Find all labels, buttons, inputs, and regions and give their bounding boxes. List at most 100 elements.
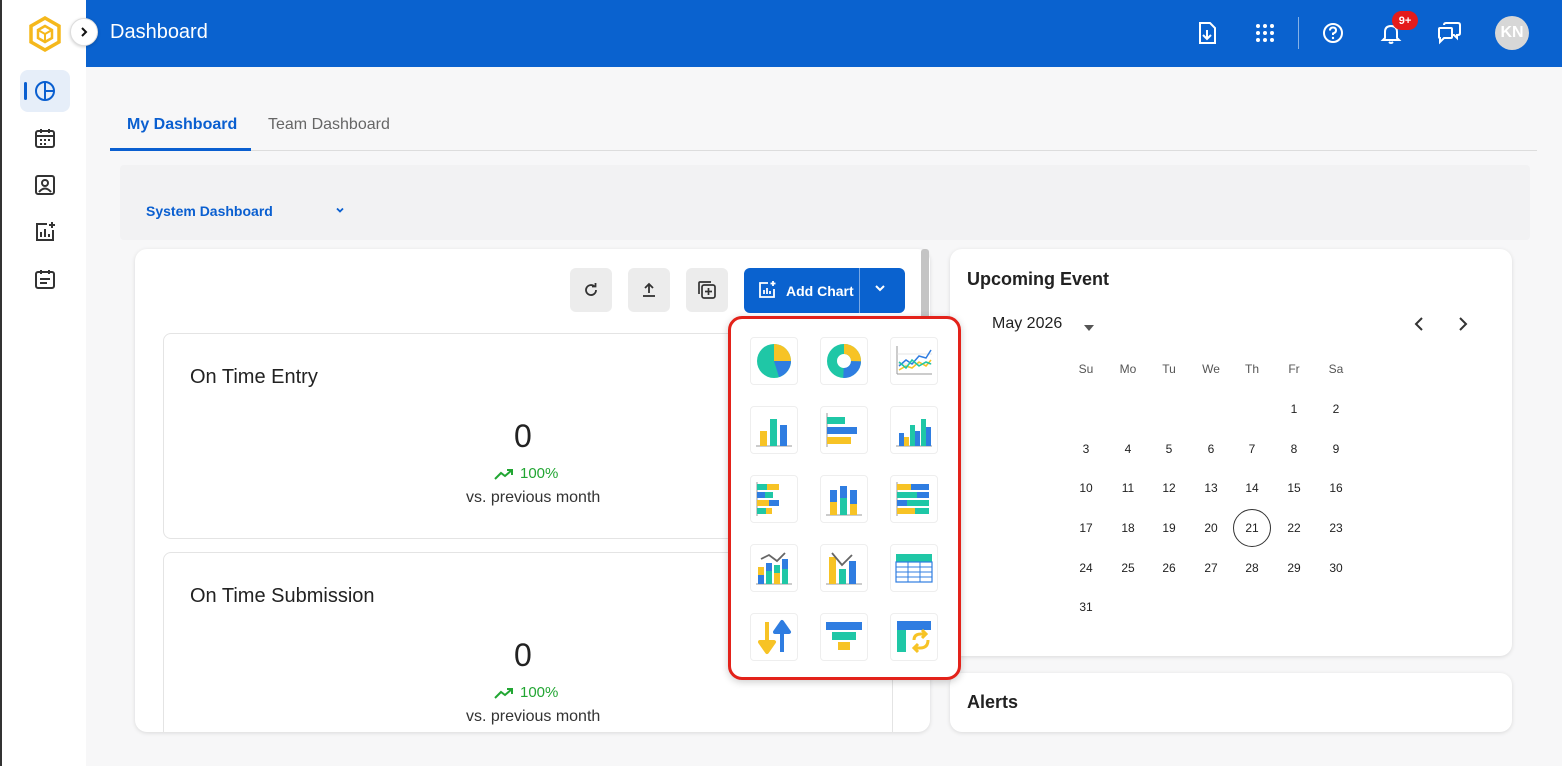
grouped-column-chart-option[interactable] bbox=[890, 406, 938, 454]
month-select[interactable]: May 2026 bbox=[992, 315, 1062, 333]
dashboard-tabs: My Dashboard Team Dashboard bbox=[110, 106, 1537, 151]
upload-button[interactable] bbox=[628, 268, 670, 312]
calendar-day[interactable]: 27 bbox=[1192, 549, 1230, 587]
funnel-chart-option[interactable] bbox=[820, 613, 868, 661]
next-month-button[interactable] bbox=[1453, 315, 1471, 338]
weekday-label: Fr bbox=[1288, 362, 1300, 376]
table-chart-icon bbox=[895, 554, 933, 583]
rail-item-dashboard[interactable] bbox=[20, 70, 70, 112]
combo-column-line-icon bbox=[826, 552, 862, 585]
calendar-day[interactable]: 12 bbox=[1150, 469, 1188, 507]
calendar-day[interactable]: 17 bbox=[1067, 509, 1105, 547]
calendar-day[interactable]: 1 bbox=[1275, 390, 1313, 428]
export-download-icon[interactable] bbox=[1194, 20, 1220, 46]
calendar-day[interactable]: 6 bbox=[1192, 430, 1230, 468]
stacked-column-chart-option[interactable] bbox=[820, 475, 868, 523]
calendar-day[interactable]: 2 bbox=[1317, 390, 1355, 428]
donut-chart-option[interactable] bbox=[820, 337, 868, 385]
app-logo-icon[interactable] bbox=[28, 15, 62, 53]
calendar-day[interactable]: 23 bbox=[1317, 509, 1355, 547]
stacked-column-chart-icon bbox=[826, 486, 862, 516]
combo-stacked-column-line-option[interactable] bbox=[750, 544, 798, 592]
grouped-column-chart-icon bbox=[896, 419, 932, 447]
line-chart-option[interactable] bbox=[890, 337, 938, 385]
stat-comparison: vs. previous month bbox=[466, 708, 601, 725]
dashboard-select[interactable]: System Dashboard bbox=[146, 203, 273, 219]
column-chart-option[interactable] bbox=[750, 406, 798, 454]
calendar-day[interactable]: 25 bbox=[1109, 549, 1147, 587]
stat-value: 0 bbox=[514, 418, 532, 454]
calendar-day-today[interactable]: 21 bbox=[1233, 509, 1271, 547]
add-chart-button[interactable]: Add Chart bbox=[744, 268, 905, 313]
calendar-day[interactable]: 19 bbox=[1150, 509, 1188, 547]
caret-down-icon[interactable] bbox=[1083, 319, 1095, 337]
calendar-day[interactable]: 24 bbox=[1067, 549, 1105, 587]
rail-item-reports[interactable] bbox=[20, 211, 70, 253]
calendar-day[interactable]: 31 bbox=[1067, 588, 1105, 626]
expand-sidebar-button[interactable] bbox=[70, 18, 98, 46]
calendar-day[interactable]: 16 bbox=[1317, 469, 1355, 507]
user-avatar[interactable]: KN bbox=[1495, 16, 1529, 50]
calendar-day[interactable]: 28 bbox=[1233, 549, 1271, 587]
event-list-icon bbox=[35, 270, 55, 289]
rail-item-schedule[interactable] bbox=[20, 258, 70, 300]
calendar-day[interactable]: 10 bbox=[1067, 469, 1105, 507]
calendar-day[interactable]: 4 bbox=[1109, 430, 1147, 468]
rail-item-calendar[interactable] bbox=[20, 117, 70, 159]
combo-stacked-column-line-icon bbox=[756, 552, 792, 585]
calendar-day[interactable]: 20 bbox=[1192, 509, 1230, 547]
split-divider bbox=[859, 268, 860, 313]
weekday-label: Su bbox=[1078, 362, 1094, 376]
stacked-bar-chart-icon bbox=[756, 482, 779, 516]
chevron-down-icon[interactable] bbox=[334, 203, 346, 221]
dashboard-icon bbox=[35, 81, 55, 101]
up-down-indicator-option[interactable] bbox=[750, 613, 798, 661]
left-rail bbox=[0, 0, 86, 766]
help-icon[interactable] bbox=[1320, 20, 1346, 46]
bar-chart-icon bbox=[826, 413, 857, 447]
calendar-icon bbox=[35, 129, 55, 148]
bar-chart-option[interactable] bbox=[820, 406, 868, 454]
calendar-day[interactable]: 29 bbox=[1275, 549, 1313, 587]
calendar-day[interactable]: 11 bbox=[1109, 469, 1147, 507]
calendar-day[interactable]: 14 bbox=[1233, 469, 1271, 507]
table-chart-option[interactable] bbox=[890, 544, 938, 592]
stacked-100-bar-chart-icon bbox=[896, 482, 929, 516]
calendar-day[interactable]: 26 bbox=[1150, 549, 1188, 587]
stacked-100-bar-chart-option[interactable] bbox=[890, 475, 938, 523]
calendar-day[interactable]: 9 bbox=[1317, 430, 1355, 468]
calendar-day[interactable]: 3 bbox=[1067, 430, 1105, 468]
chart-type-menu bbox=[728, 316, 961, 680]
calendar-day[interactable]: 18 bbox=[1109, 509, 1147, 547]
chevron-down-icon[interactable] bbox=[873, 281, 887, 300]
apps-grid-icon[interactable] bbox=[1252, 20, 1278, 46]
chat-icon[interactable] bbox=[1436, 20, 1462, 46]
add-widget-button[interactable] bbox=[686, 268, 728, 312]
stat-comparison: vs. previous month bbox=[466, 489, 601, 506]
calendar-day[interactable]: 22 bbox=[1275, 509, 1313, 547]
pie-chart-option[interactable] bbox=[750, 337, 798, 385]
top-bar: Dashboard 9+ KN bbox=[86, 0, 1562, 67]
active-tab-indicator bbox=[110, 148, 251, 151]
donut-chart-icon bbox=[827, 344, 861, 378]
rail-item-profile[interactable] bbox=[20, 164, 70, 206]
calendar-day[interactable]: 15 bbox=[1275, 469, 1313, 507]
trending-up-icon bbox=[494, 687, 513, 699]
pivot-chart-option[interactable] bbox=[890, 613, 938, 661]
refresh-icon bbox=[585, 283, 597, 296]
calendar-day[interactable]: 7 bbox=[1233, 430, 1271, 468]
alerts-title: Alerts bbox=[967, 692, 1019, 712]
refresh-button[interactable] bbox=[570, 268, 612, 312]
calendar-day[interactable]: 5 bbox=[1150, 430, 1188, 468]
tab-team-dashboard[interactable]: Team Dashboard bbox=[268, 116, 390, 134]
stacked-bar-chart-option[interactable] bbox=[750, 475, 798, 523]
combo-column-line-option[interactable] bbox=[820, 544, 868, 592]
calendar-day[interactable]: 30 bbox=[1317, 549, 1355, 587]
stat-trend: 100% bbox=[494, 684, 558, 701]
weekday-label: Mo bbox=[1119, 362, 1137, 376]
pivot-chart-icon bbox=[897, 621, 931, 654]
calendar-day[interactable]: 8 bbox=[1275, 430, 1313, 468]
previous-month-button[interactable] bbox=[1411, 315, 1429, 338]
calendar-day[interactable]: 13 bbox=[1192, 469, 1230, 507]
tab-my-dashboard[interactable]: My Dashboard bbox=[127, 116, 237, 134]
